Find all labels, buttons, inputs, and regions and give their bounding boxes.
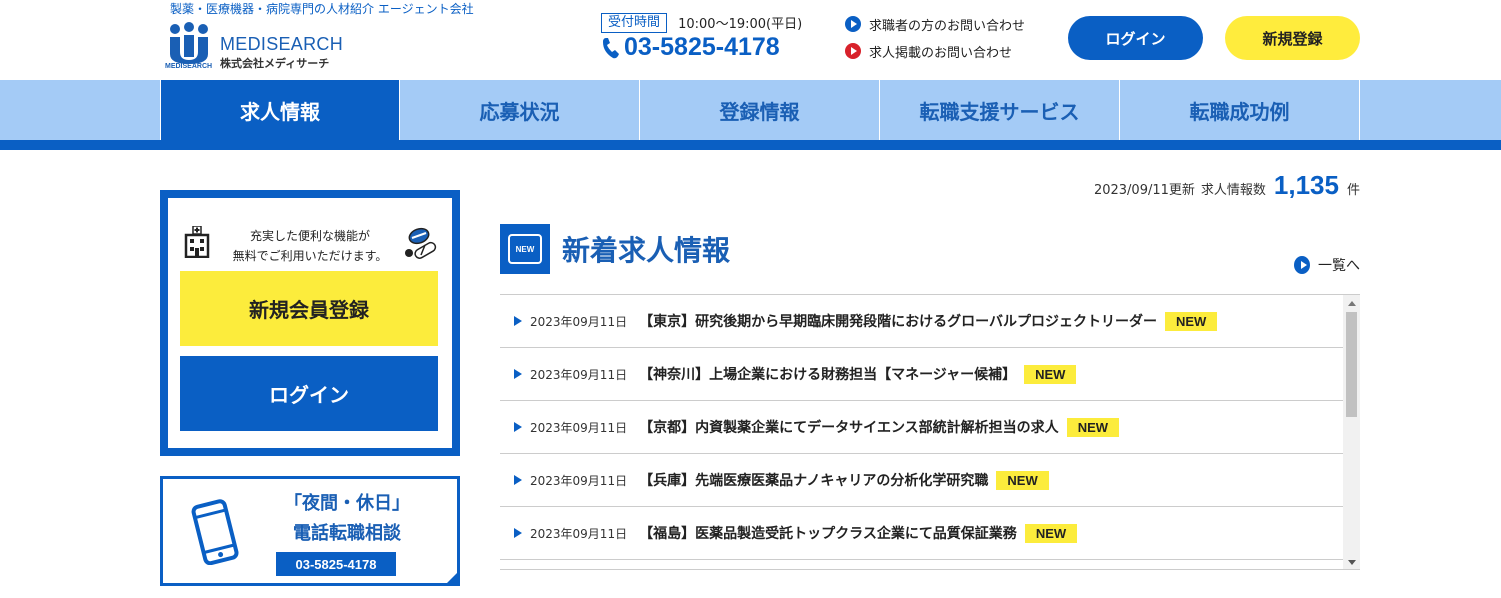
- job-title[interactable]: 【東京】研究後期から早期臨床開発段階におけるグローバルプロジェクトリーダー: [639, 311, 1157, 331]
- night-title-line1: 「夜間・休日」: [284, 493, 410, 514]
- site-tagline: 製薬・医療機器・病院専門の人材紹介 エージェント会社: [170, 2, 474, 16]
- member-message-line1: 充実した便利な機能が: [249, 229, 370, 243]
- member-register-button[interactable]: 新規会員登録: [180, 271, 438, 346]
- main-nav: 求人情報 応募状況 登録情報 転職支援サービス 転職成功例: [160, 80, 1361, 140]
- new-icon-text: NEW: [508, 234, 542, 264]
- new-jobs-heading: NEW 新着求人情報: [500, 224, 730, 274]
- triangle-bullet-icon: [514, 369, 522, 379]
- member-message-line2: 無料でご利用いただけます。: [232, 249, 388, 263]
- job-rows: 2023年09月11日 【東京】研究後期から早期臨床開発段階におけるグローバルプ…: [500, 295, 1343, 560]
- nav-item-jobs[interactable]: 求人情報: [160, 80, 400, 140]
- scroll-up-arrow-icon[interactable]: [1348, 301, 1356, 306]
- triangle-bullet-icon: [514, 422, 522, 432]
- job-date: 2023年09月11日: [530, 314, 628, 329]
- new-icon: NEW: [500, 224, 550, 274]
- mobile-phone-icon: [191, 499, 239, 565]
- job-date: 2023年09月11日: [530, 367, 628, 382]
- night-title-line2: 電話転職相談: [293, 523, 401, 544]
- view-all-label: 一覧へ: [1318, 258, 1360, 274]
- business-hours: 受付時間 10:00〜19:00(平日): [601, 12, 802, 33]
- hospital-icon: [184, 226, 210, 258]
- new-jobs-list: 2023年09月11日 【東京】研究後期から早期臨床開発段階におけるグローバルプ…: [500, 294, 1360, 570]
- update-date: 2023/09/11更新: [1093, 183, 1195, 198]
- update-unit: 件: [1346, 183, 1360, 198]
- logo-sub-text: MEDISEARCH: [165, 63, 213, 70]
- new-badge: NEW: [1024, 364, 1077, 384]
- member-box: 充実した便利な機能が 無料でご利用いただけます。 新規会員登録 ログイン: [160, 190, 460, 456]
- pill-icon: [405, 227, 437, 259]
- header-login-button[interactable]: ログイン: [1068, 16, 1203, 60]
- new-badge: NEW: [1066, 417, 1120, 437]
- arrow-circle-icon: [1294, 256, 1310, 274]
- job-title[interactable]: 【神奈川】上場企業における財務担当【マネージャー候補】: [639, 364, 1016, 384]
- scroll-down-arrow-icon[interactable]: [1348, 560, 1356, 565]
- logo-english: MEDISEARCH: [220, 34, 344, 54]
- triangle-bullet-icon: [514, 316, 522, 326]
- job-date: 2023年09月11日: [530, 526, 628, 541]
- scrollbar-thumb[interactable]: [1346, 312, 1357, 417]
- nav-item-success-stories[interactable]: 転職成功例: [1120, 80, 1360, 140]
- phone-icon: [603, 37, 619, 58]
- job-row[interactable]: 2023年09月11日 【東京】研究後期から早期臨床開発段階におけるグローバルプ…: [500, 295, 1343, 348]
- job-row[interactable]: 2023年09月11日 【兵庫】先端医療医薬品ナノキャリアの分析化学研究職 NE…: [500, 454, 1343, 507]
- contact-link-employer[interactable]: 求人掲載のお問い合わせ: [845, 41, 1025, 61]
- hours-badge: 受付時間: [601, 12, 668, 33]
- arrow-circle-icon: [845, 43, 861, 59]
- nav-stripe: [0, 140, 1501, 150]
- night-phone-number[interactable]: 03-5825-4178: [276, 552, 396, 576]
- header-phone[interactable]: 03-5825-4178: [601, 33, 780, 62]
- member-message: 充実した便利な機能が 無料でご利用いただけます。: [218, 226, 402, 266]
- nav-item-applications[interactable]: 応募状況: [400, 80, 640, 140]
- member-login-button[interactable]: ログイン: [180, 356, 438, 431]
- job-title[interactable]: 【京都】内資製薬企業にてデータサイエンス部統計解析担当の求人: [639, 417, 1059, 437]
- job-count: 1,135: [1273, 170, 1339, 200]
- contact-link-jobseeker[interactable]: 求職者の方のお問い合わせ: [845, 14, 1025, 34]
- nav-item-support[interactable]: 転職支援サービス: [880, 80, 1120, 140]
- header-phone-number: 03-5825-4178: [624, 33, 780, 61]
- site-logo[interactable]: MEDISEARCH MEDISEARCH 株式会社メディサーチ: [165, 20, 365, 74]
- triangle-bullet-icon: [514, 528, 522, 538]
- new-badge: NEW: [1164, 311, 1218, 331]
- header-register-button[interactable]: 新規登録: [1225, 16, 1360, 60]
- member-box-header: 充実した便利な機能が 無料でご利用いただけます。: [168, 212, 452, 272]
- view-all-link[interactable]: 一覧へ: [1294, 255, 1360, 275]
- corner-fold: [444, 570, 460, 586]
- job-list-scrollbar[interactable]: [1343, 295, 1360, 569]
- contact-link-label: 求職者の方のお問い合わせ: [869, 18, 1026, 34]
- update-info: 2023/09/11更新 求人情報数 1,135 件: [1094, 170, 1360, 201]
- new-badge: NEW: [1024, 523, 1078, 543]
- contact-link-label: 求人掲載のお問い合わせ: [869, 45, 1013, 61]
- arrow-circle-icon: [845, 16, 861, 32]
- job-title[interactable]: 【兵庫】先端医療医薬品ナノキャリアの分析化学研究職: [639, 470, 988, 490]
- triangle-bullet-icon: [514, 475, 522, 485]
- section-title: 新着求人情報: [562, 234, 731, 267]
- job-row[interactable]: 2023年09月11日 【福島】医薬品製造受託トップクラス企業にて品質保証業務 …: [500, 507, 1343, 560]
- nav-item-registration[interactable]: 登録情報: [640, 80, 880, 140]
- hours-time: 10:00〜19:00(平日): [678, 17, 803, 32]
- site-header: 製薬・医療機器・病院専門の人材紹介 エージェント会社 MEDISEARCH ME…: [0, 0, 1501, 80]
- job-date: 2023年09月11日: [530, 420, 628, 435]
- contact-links: 求職者の方のお問い合わせ 求人掲載のお問い合わせ: [845, 14, 1025, 68]
- new-badge: NEW: [996, 470, 1049, 490]
- job-row[interactable]: 2023年09月11日 【京都】内資製薬企業にてデータサイエンス部統計解析担当の…: [500, 401, 1343, 454]
- update-label: 求人情報数: [1200, 183, 1266, 198]
- job-date: 2023年09月11日: [530, 473, 628, 488]
- job-row[interactable]: 2023年09月11日 【神奈川】上場企業における財務担当【マネージャー候補】 …: [500, 348, 1343, 401]
- job-title[interactable]: 【福島】医薬品製造受託トップクラス企業にて品質保証業務: [639, 523, 1017, 543]
- logo-japanese: 株式会社メディサーチ: [220, 57, 330, 70]
- night-phone-consultation-banner[interactable]: 「夜間・休日」 電話転職相談 03-5825-4178: [160, 476, 460, 586]
